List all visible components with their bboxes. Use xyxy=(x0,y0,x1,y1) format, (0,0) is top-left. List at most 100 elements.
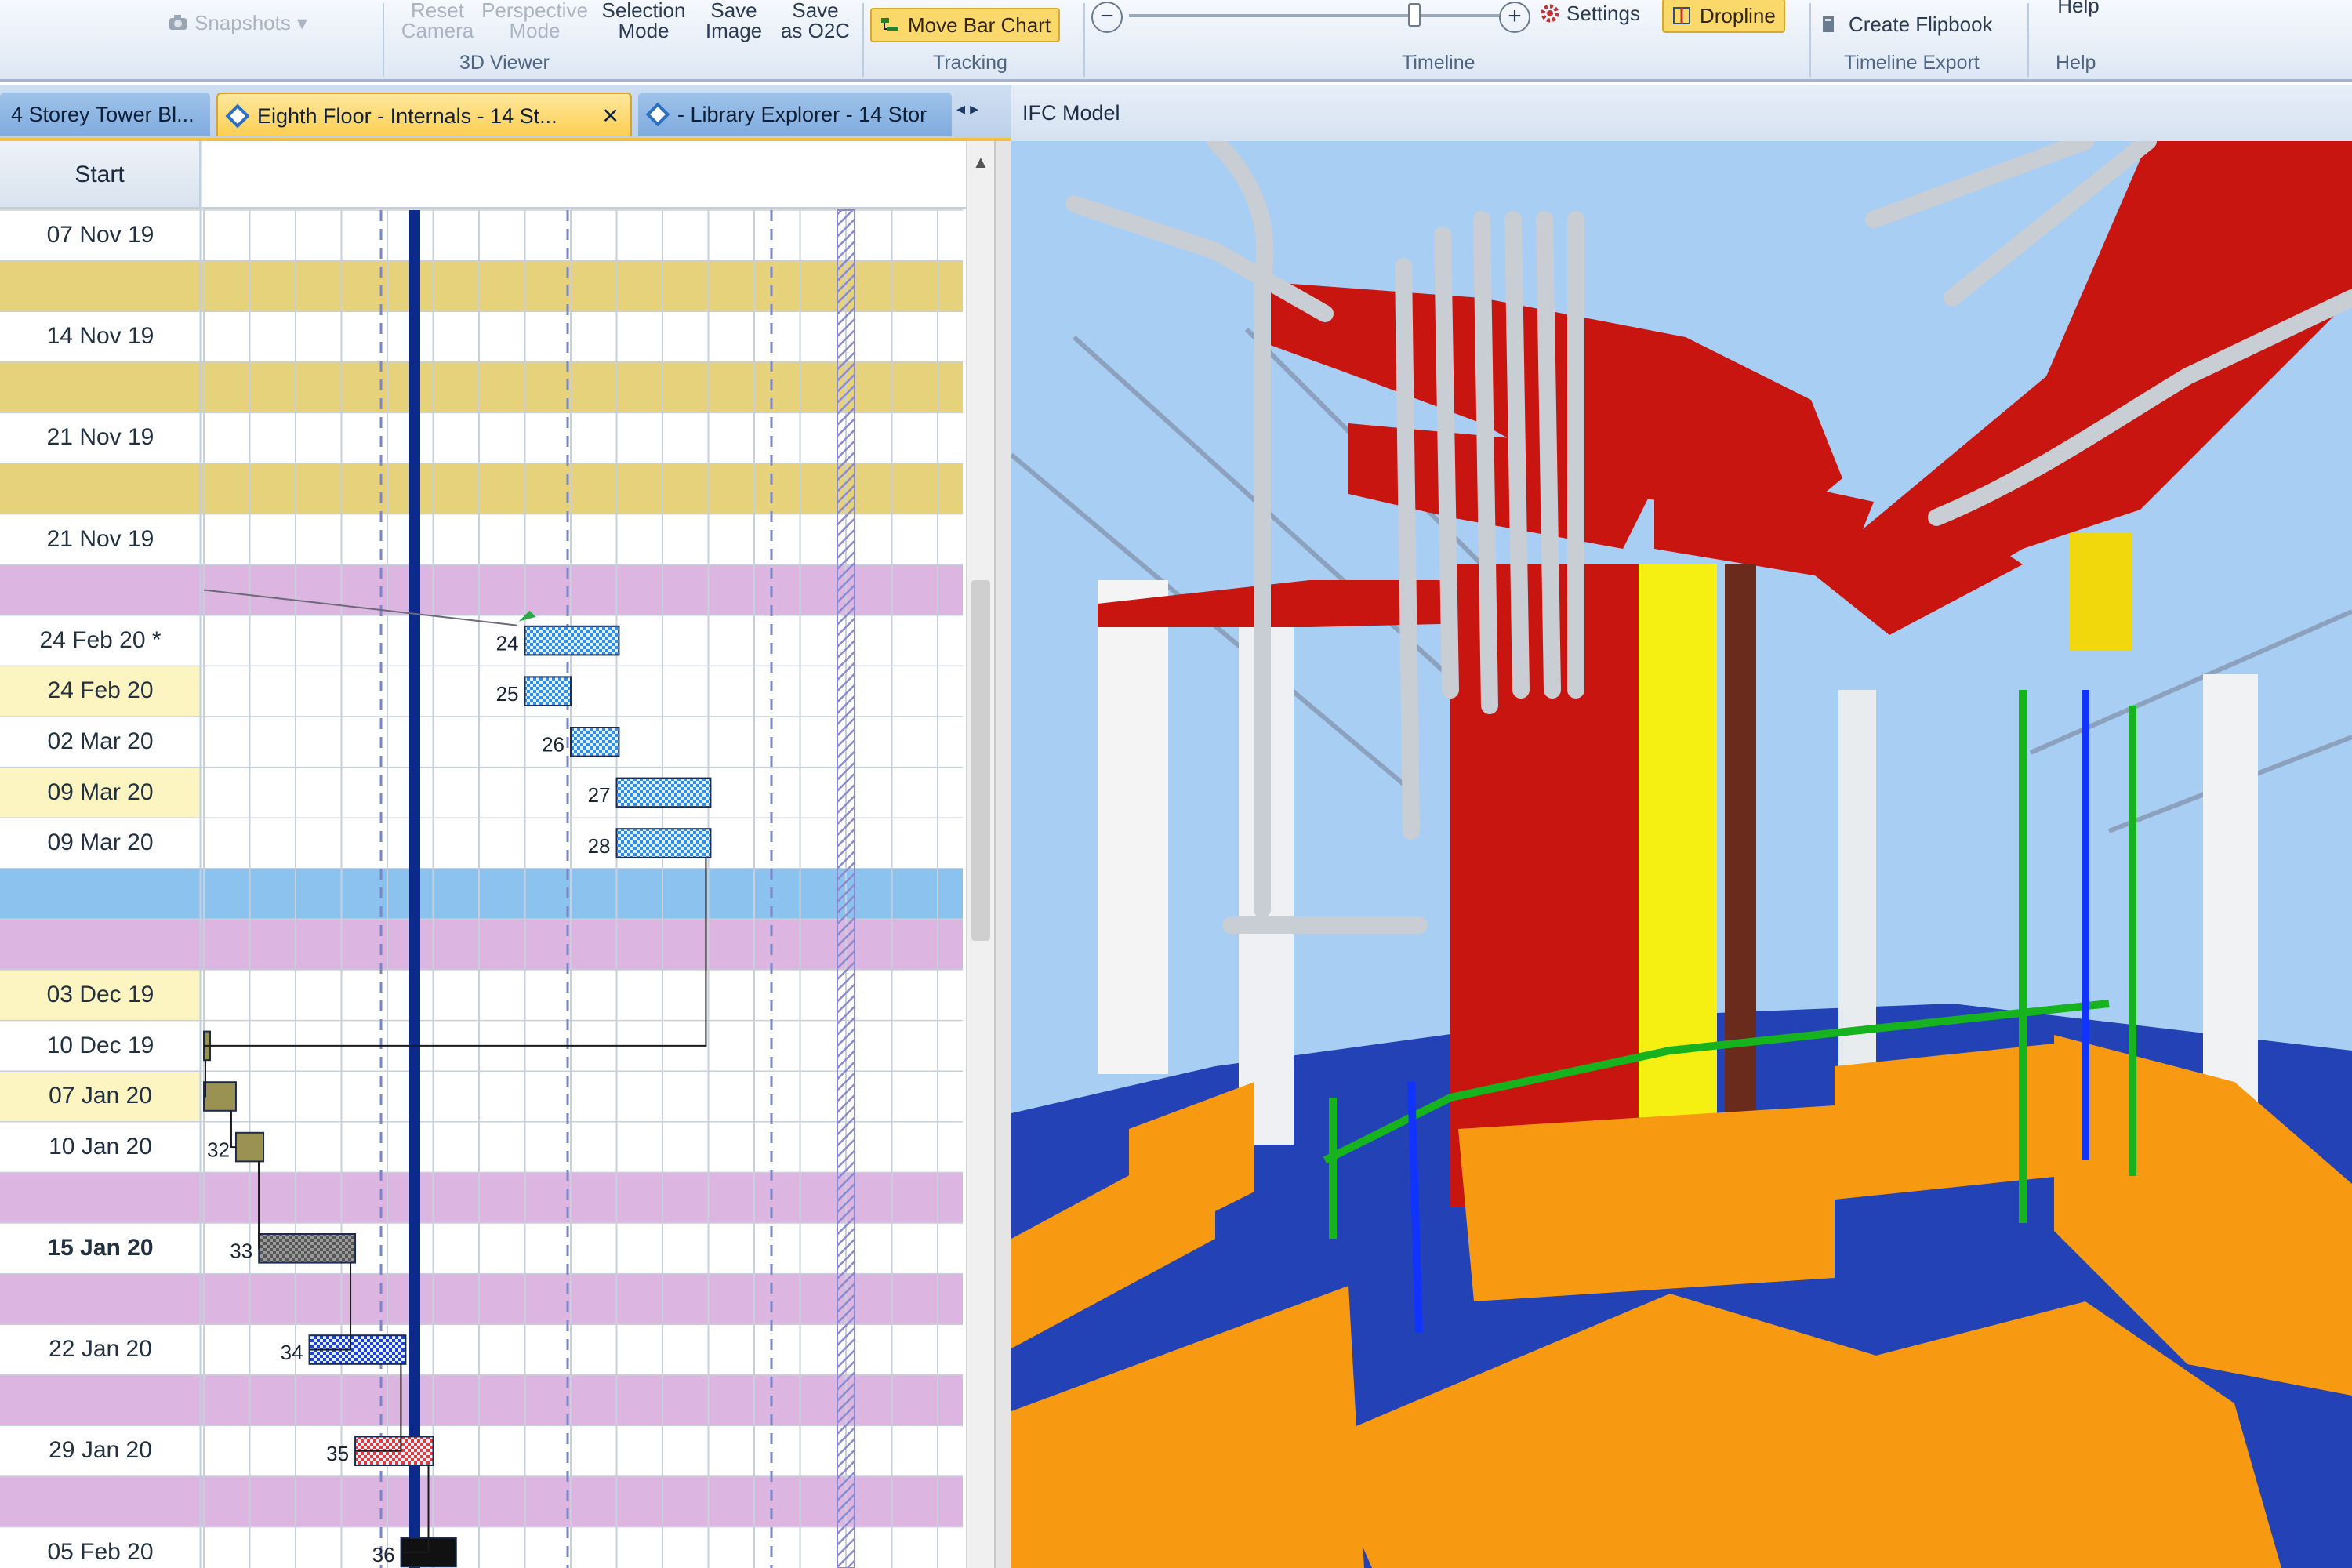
group-label-timeline: Timeline xyxy=(1402,52,1475,74)
gantt-task-id: 28 xyxy=(588,834,611,858)
start-date-cell[interactable]: 09 Mar 20 xyxy=(0,818,201,869)
dropline-button[interactable]: Dropline xyxy=(1662,0,1785,33)
selection-mode-label-1: Selection xyxy=(601,0,686,22)
zoom-in-button[interactable]: + xyxy=(1499,2,1530,33)
start-date-cell[interactable]: 14 Nov 19 xyxy=(0,311,201,362)
vertical-scrollbar[interactable]: ▲ xyxy=(966,141,994,1568)
start-date-cell[interactable]: 02 Mar 20 xyxy=(0,717,201,768)
group-label-help: Help xyxy=(2056,52,2096,74)
ifc-model-viewport[interactable] xyxy=(1010,132,2352,1568)
tab-library-explorer[interactable]: - Library Explorer - 14 Stor xyxy=(638,93,952,136)
ribbon-separator xyxy=(862,3,864,77)
start-date-cell[interactable] xyxy=(0,1375,201,1426)
move-bar-chart-button[interactable]: Move Bar Chart xyxy=(870,8,1061,42)
gantt-task-id: 32 xyxy=(207,1138,230,1161)
start-date-cell[interactable]: 29 Jan 20 xyxy=(0,1425,201,1476)
save-image-button[interactable]: Save Image xyxy=(695,0,773,41)
start-date-cell[interactable] xyxy=(0,564,201,615)
panel-splitter[interactable] xyxy=(994,141,1011,1568)
timeline-zoom-thumb[interactable] xyxy=(1408,3,1421,27)
chevron-down-icon: ▾ xyxy=(296,11,307,34)
perspective-mode-button[interactable]: Perspective Mode xyxy=(480,0,590,41)
gantt-task-bar[interactable] xyxy=(615,777,712,808)
camera-icon xyxy=(169,15,187,30)
group-label-tracking: Tracking xyxy=(933,52,1007,74)
start-date-cell[interactable]: 05 Feb 20 xyxy=(0,1527,201,1568)
start-date-cell[interactable]: 10 Dec 19 xyxy=(0,1021,201,1072)
gantt-task-bar[interactable] xyxy=(234,1131,265,1163)
tab-label: 4 Storey Tower Bl... xyxy=(11,103,194,126)
tab-4-storey-tower[interactable]: 4 Storey Tower Bl... xyxy=(0,93,210,136)
scroll-up-icon[interactable]: ▲ xyxy=(972,152,989,172)
start-date-cell[interactable] xyxy=(0,362,201,413)
start-date-cell[interactable] xyxy=(0,1172,201,1223)
start-date-cell[interactable]: 22 Jan 20 xyxy=(0,1324,201,1375)
ribbon-toolbar: Snapshots ▾ Reset Camera Perspective Mod… xyxy=(0,0,2352,82)
start-date-cell[interactable]: 24 Feb 20 xyxy=(0,666,201,717)
start-date-cell[interactable]: 09 Mar 20 xyxy=(0,768,201,818)
start-date-cell[interactable]: 03 Dec 19 xyxy=(0,970,201,1021)
gantt-task-bar[interactable] xyxy=(524,625,620,656)
perspective-mode-label-2: Mode xyxy=(509,19,561,42)
start-date-cell[interactable] xyxy=(0,463,201,514)
view-title: IFC Model xyxy=(1011,85,2352,141)
gantt-task-id: 25 xyxy=(496,682,519,706)
flipbook-icon xyxy=(1823,16,1834,32)
create-flipbook-button[interactable]: Create Flipbook xyxy=(1819,14,1993,34)
ifc-model-render xyxy=(1010,132,2352,1568)
start-date-cell[interactable] xyxy=(0,919,201,970)
start-date-cell[interactable] xyxy=(0,869,201,920)
start-date-cell[interactable]: 24 Feb 20 * xyxy=(0,615,201,666)
yellow-duct-elbow xyxy=(2070,533,2132,651)
scroll-thumb[interactable] xyxy=(971,580,990,941)
help-button[interactable]: Help xyxy=(2051,0,2106,16)
settings-button[interactable]: Settings xyxy=(1540,3,1640,24)
save-as-o2c-label-2: as O2C xyxy=(780,19,851,42)
start-date-cell[interactable]: 21 Nov 19 xyxy=(0,412,201,463)
gantt-chart-panel: Start 24 25 26 27 28 32 33 34 35 36 07 Nov 19 14 N… xyxy=(0,141,1011,1568)
reset-camera-button[interactable]: Reset Camera xyxy=(398,0,477,41)
ribbon-separator xyxy=(1809,3,1811,77)
schedule-diamond-icon xyxy=(225,103,250,129)
ribbon-separator xyxy=(1083,3,1085,77)
selection-mode-button[interactable]: Selection Mode xyxy=(593,0,695,41)
start-date-cell[interactable]: 07 Jan 20 xyxy=(0,1071,201,1122)
gantt-task-id: 35 xyxy=(326,1442,349,1465)
start-date-cell[interactable]: 07 Nov 19 xyxy=(0,210,201,261)
reset-camera-label-2: Camera xyxy=(401,19,474,42)
start-date-cell[interactable]: 21 Nov 19 xyxy=(0,514,201,565)
start-date-cell[interactable]: 10 Jan 20 xyxy=(0,1122,201,1173)
gantt-today-line xyxy=(409,210,420,1568)
tab-label: - Library Explorer - 14 Stor xyxy=(677,103,927,126)
snapshots-button[interactable]: Snapshots ▾ xyxy=(168,13,307,33)
document-tab-strip: 4 Storey Tower Bl... Eighth Floor - Inte… xyxy=(0,85,1011,141)
selection-mode-label-2: Mode xyxy=(618,19,670,42)
start-date-cell[interactable] xyxy=(0,1476,201,1527)
gantt-task-id: 36 xyxy=(372,1543,395,1566)
ribbon-separator xyxy=(2027,3,2029,77)
tab-eighth-floor-internals[interactable]: Eighth Floor - Internals - 14 St... ✕ xyxy=(216,93,632,136)
reset-camera-label-1: Reset xyxy=(411,0,464,22)
group-label-timeline-export: Timeline Export xyxy=(1844,52,1980,74)
start-date-cell[interactable]: 15 Jan 20 xyxy=(0,1223,201,1274)
zoom-out-button[interactable]: − xyxy=(1091,2,1123,33)
create-flipbook-label: Create Flipbook xyxy=(1849,13,1993,36)
gantt-task-bar[interactable] xyxy=(570,727,620,757)
start-date-cell[interactable] xyxy=(0,261,201,312)
move-bar-chart-label: Move Bar Chart xyxy=(908,13,1051,37)
start-date-cell[interactable] xyxy=(0,1274,201,1325)
gantt-task-bar[interactable] xyxy=(615,828,712,858)
gantt-task-bar[interactable] xyxy=(524,676,572,707)
tab-label: Eighth Floor - Internals - 14 St... xyxy=(257,104,557,128)
gantt-hatched-marker xyxy=(837,209,855,1568)
minus-icon: − xyxy=(1100,3,1114,29)
tab-scroll-arrows[interactable]: ◂ ▸ xyxy=(956,99,978,119)
close-icon[interactable]: ✕ xyxy=(601,94,619,136)
timeline-zoom-slider[interactable] xyxy=(1129,14,1499,17)
help-button-label: Help xyxy=(2057,0,2100,17)
gantt-task-bar[interactable] xyxy=(203,1081,237,1112)
gantt-task-bar[interactable] xyxy=(258,1233,357,1264)
gear-icon xyxy=(1541,4,1559,23)
save-as-o2c-button[interactable]: Save as O2C xyxy=(776,0,855,41)
settings-label: Settings xyxy=(1566,2,1640,25)
